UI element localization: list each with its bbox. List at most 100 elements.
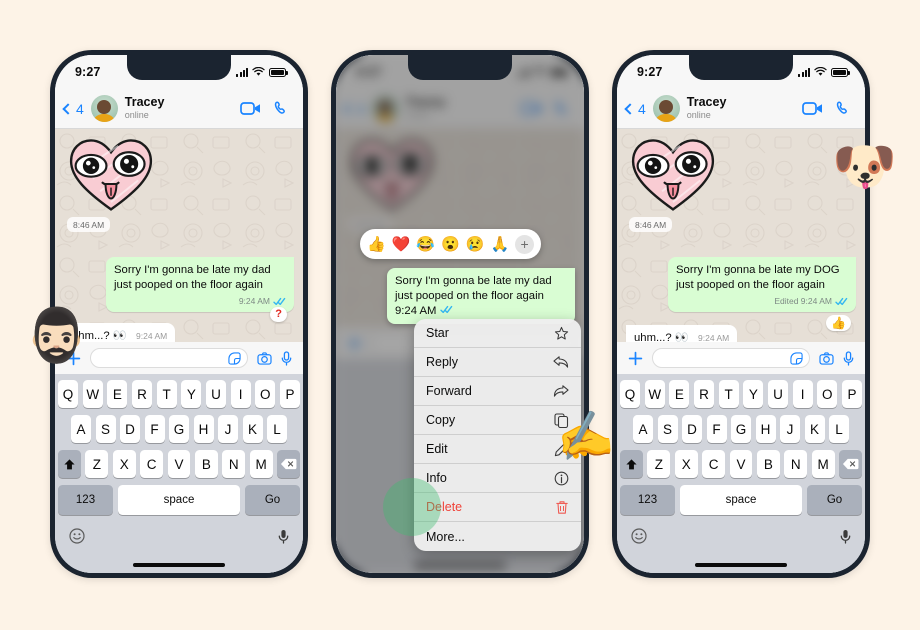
microphone-icon[interactable] (840, 529, 851, 544)
key-m[interactable]: M (811, 450, 835, 478)
key-p[interactable]: P (279, 380, 301, 408)
key-v[interactable]: V (167, 450, 191, 478)
key-j[interactable]: J (780, 415, 800, 443)
key-p[interactable]: P (841, 380, 863, 408)
context-menu-item-info[interactable]: Info (414, 464, 581, 493)
thumbs-up-reaction-badge[interactable]: 👍 (826, 315, 851, 331)
space-key[interactable]: space (680, 485, 802, 515)
key-q[interactable]: Q (57, 380, 79, 408)
camera-icon[interactable] (819, 351, 834, 365)
key-e[interactable]: E (107, 380, 128, 408)
backspace-icon[interactable] (277, 450, 301, 478)
contact-info[interactable]: Tracey online (687, 95, 795, 121)
key-k[interactable]: K (242, 415, 263, 443)
key-i[interactable]: I (792, 380, 813, 408)
key-v[interactable]: V (729, 450, 753, 478)
key-w[interactable]: W (82, 380, 103, 408)
video-call-icon[interactable] (802, 101, 824, 116)
key-h[interactable]: H (755, 415, 776, 443)
key-n[interactable]: N (784, 450, 808, 478)
key-s[interactable]: S (95, 415, 116, 443)
voice-call-icon[interactable] (274, 100, 291, 117)
camera-icon[interactable] (257, 351, 272, 365)
context-menu-item-more[interactable]: More... (414, 522, 581, 551)
key-u[interactable]: U (205, 380, 227, 408)
key-r[interactable]: R (693, 380, 715, 408)
context-menu-item-star[interactable]: Star (414, 319, 581, 348)
key-w[interactable]: W (644, 380, 665, 408)
key-f[interactable]: F (706, 415, 727, 443)
key-a[interactable]: A (71, 415, 91, 443)
key-u[interactable]: U (767, 380, 789, 408)
message-bubble-outgoing[interactable]: Sorry I'm gonna be late my dad just poop… (106, 257, 294, 313)
shift-icon[interactable] (58, 450, 81, 478)
key-k[interactable]: K (804, 415, 825, 443)
key-o[interactable]: O (255, 380, 276, 408)
key-b[interactable]: B (756, 450, 780, 478)
space-key[interactable]: space (118, 485, 240, 515)
key-d[interactable]: D (120, 415, 140, 443)
selected-message-bubble[interactable]: Sorry I'm gonna be late my dad just poop… (387, 268, 575, 324)
emoji-icon[interactable] (631, 528, 647, 544)
back-button[interactable]: 4 (624, 101, 646, 117)
back-button[interactable]: 4 (62, 101, 84, 117)
context-menu-item-delete[interactable]: Delete (414, 493, 581, 522)
key-g[interactable]: G (731, 415, 751, 443)
key-y[interactable]: Y (181, 380, 202, 408)
key-l[interactable]: L (829, 415, 849, 443)
reaction-joy-icon[interactable]: 😂 (416, 237, 435, 252)
reaction-heart-icon[interactable]: ❤️ (392, 237, 411, 252)
microphone-icon[interactable] (278, 529, 289, 544)
key-g[interactable]: G (169, 415, 189, 443)
video-call-icon[interactable] (240, 101, 262, 116)
key-l[interactable]: L (267, 415, 287, 443)
key-o[interactable]: O (817, 380, 838, 408)
key-x[interactable]: X (112, 450, 136, 478)
emoji-icon[interactable] (69, 528, 85, 544)
backspace-icon[interactable] (839, 450, 863, 478)
context-menu-item-forward[interactable]: Forward (414, 377, 581, 406)
question-reaction-badge[interactable]: ? (270, 307, 287, 322)
key-s[interactable]: S (657, 415, 678, 443)
voice-call-icon[interactable] (836, 100, 853, 117)
reaction-thumbs-up-icon[interactable]: 👍 (367, 237, 386, 252)
key-b[interactable]: B (194, 450, 218, 478)
key-n[interactable]: N (222, 450, 246, 478)
key-c[interactable]: C (702, 450, 726, 478)
sticker-icon[interactable] (790, 351, 803, 365)
reaction-surprised-icon[interactable]: 😮 (441, 237, 460, 252)
avatar[interactable] (90, 95, 118, 122)
avatar[interactable] (652, 95, 680, 122)
key-e[interactable]: E (669, 380, 690, 408)
key-m[interactable]: M (249, 450, 273, 478)
microphone-icon[interactable] (843, 350, 854, 366)
reaction-pray-icon[interactable]: 🙏 (490, 237, 509, 252)
shift-icon[interactable] (620, 450, 643, 478)
key-x[interactable]: X (674, 450, 698, 478)
key-c[interactable]: C (140, 450, 164, 478)
key-h[interactable]: H (193, 415, 214, 443)
key-z[interactable]: Z (647, 450, 671, 478)
key-f[interactable]: F (144, 415, 165, 443)
attach-plus-icon[interactable] (628, 351, 643, 366)
message-bubble-incoming-1[interactable]: uhm...? 👀 9:24 AM (626, 325, 738, 342)
key-d[interactable]: D (682, 415, 702, 443)
go-key[interactable]: Go (245, 485, 300, 515)
key-r[interactable]: R (131, 380, 153, 408)
microphone-icon[interactable] (281, 350, 292, 366)
key-t[interactable]: T (718, 380, 739, 408)
key-j[interactable]: J (218, 415, 238, 443)
key-y[interactable]: Y (743, 380, 764, 408)
key-z[interactable]: Z (85, 450, 109, 478)
message-bubble-outgoing-edited[interactable]: Sorry I'm gonna be late my DOG just poop… (668, 257, 856, 313)
contact-info[interactable]: Tracey online (125, 95, 233, 121)
key-q[interactable]: Q (619, 380, 641, 408)
add-reaction-button[interactable]: + (515, 234, 535, 254)
message-input[interactable] (652, 348, 810, 368)
context-menu-item-reply[interactable]: Reply (414, 348, 581, 377)
key-i[interactable]: I (230, 380, 251, 408)
key-a[interactable]: A (633, 415, 653, 443)
numbers-key[interactable]: 123 (620, 485, 675, 515)
key-t[interactable]: T (156, 380, 177, 408)
go-key[interactable]: Go (807, 485, 862, 515)
